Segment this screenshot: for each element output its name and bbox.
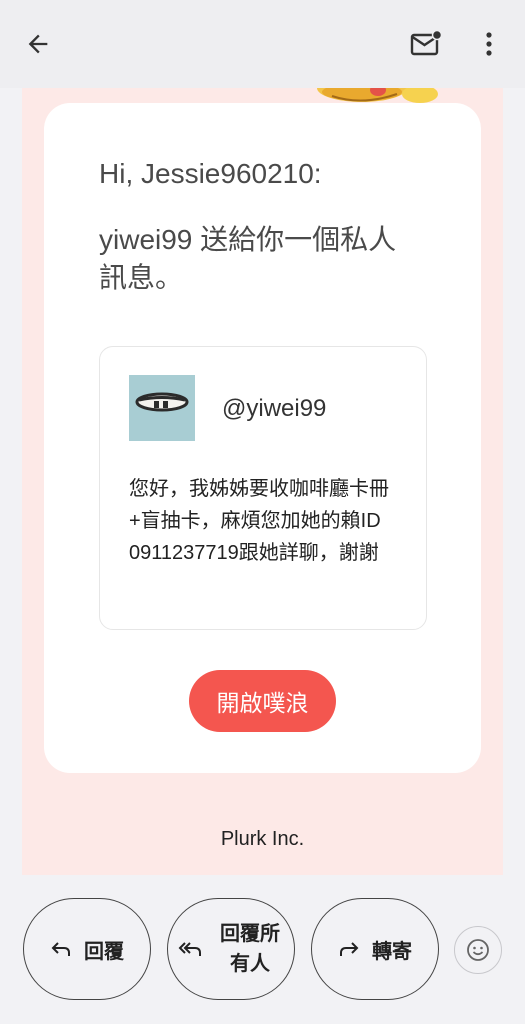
forward-button[interactable]: 轉寄 bbox=[311, 898, 439, 1000]
message-text: 您好，我姊姊要收咖啡廳卡冊+盲抽卡，麻煩您加她的賴ID 0911237719跟她… bbox=[129, 478, 389, 564]
avatar bbox=[129, 375, 195, 441]
reply-icon bbox=[50, 940, 72, 958]
reply-button[interactable]: 回覆 bbox=[23, 898, 151, 1000]
app-bar bbox=[0, 0, 525, 88]
back-arrow-icon bbox=[28, 34, 48, 54]
reply-all-button[interactable]: 回覆所有人 bbox=[167, 898, 295, 1000]
reply-all-label: 回覆所有人 bbox=[220, 923, 280, 975]
emoji-reaction-button[interactable] bbox=[454, 926, 502, 974]
sender-username[interactable]: @yiwei99 bbox=[222, 395, 326, 423]
intro-text: yiwei99 送給你一個私人訊息。 bbox=[99, 224, 397, 293]
forward-icon bbox=[338, 940, 360, 958]
greeting-text: Hi, Jessie960210: bbox=[99, 158, 322, 189]
back-button[interactable] bbox=[14, 22, 62, 66]
more-vert-icon bbox=[486, 32, 492, 56]
more-options-button[interactable] bbox=[470, 22, 508, 66]
forward-label: 轉寄 bbox=[372, 940, 412, 963]
reply-all-icon bbox=[177, 940, 203, 958]
private-message-card: @yiwei99 您好，我姊姊要收咖啡廳卡冊+盲抽卡，麻煩您加她的賴ID 091… bbox=[99, 346, 427, 630]
email-body: Hi, Jessie960210: yiwei99 送給你一個私人訊息。 @yi… bbox=[22, 88, 503, 875]
footer-company: Plurk Inc. bbox=[220, 828, 305, 850]
emoji-icon bbox=[467, 939, 489, 961]
message-card: Hi, Jessie960210: yiwei99 送給你一個私人訊息。 @yi… bbox=[44, 103, 481, 773]
open-plurk-button[interactable]: 開啟噗浪 bbox=[189, 670, 336, 732]
mark-unread-button[interactable] bbox=[404, 22, 448, 66]
mail-unread-icon bbox=[410, 30, 442, 56]
avatar-face-icon bbox=[135, 392, 189, 412]
reply-label: 回覆 bbox=[84, 940, 124, 963]
